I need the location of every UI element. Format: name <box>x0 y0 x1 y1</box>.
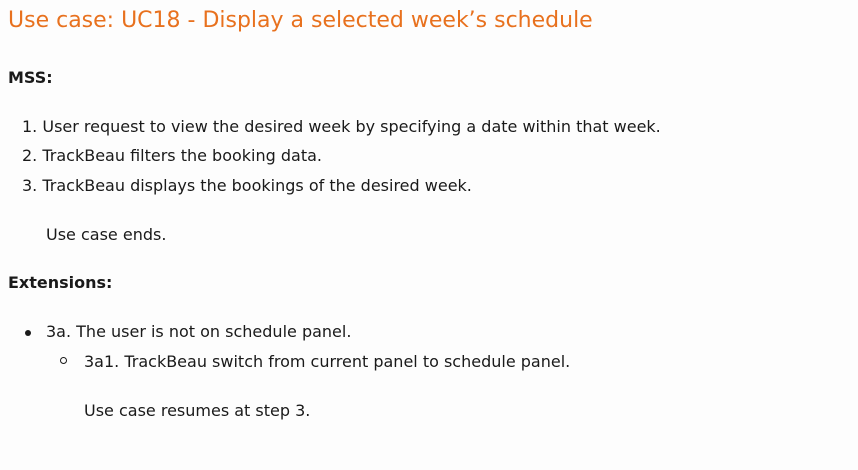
mss-step: 3. TrackBeau displays the bookings of th… <box>22 176 472 195</box>
extension-sub-item: 3a1. TrackBeau switch from current panel… <box>84 352 571 371</box>
mss-step: 1. User request to view the desired week… <box>22 117 661 136</box>
extension-item: 3a. The user is not on schedule panel. <box>46 322 352 341</box>
mss-end: Use case ends. <box>46 225 167 244</box>
mss-step: 2. TrackBeau filters the booking data. <box>22 146 323 165</box>
bullet-icon <box>25 330 31 336</box>
extensions-heading: Extensions: <box>8 273 113 292</box>
page-title: Use case: UC18 - Display a selected week… <box>8 8 593 33</box>
mss-heading: MSS: <box>8 68 53 87</box>
extension-end: Use case resumes at step 3. <box>84 401 311 420</box>
circle-bullet-icon <box>60 357 67 364</box>
